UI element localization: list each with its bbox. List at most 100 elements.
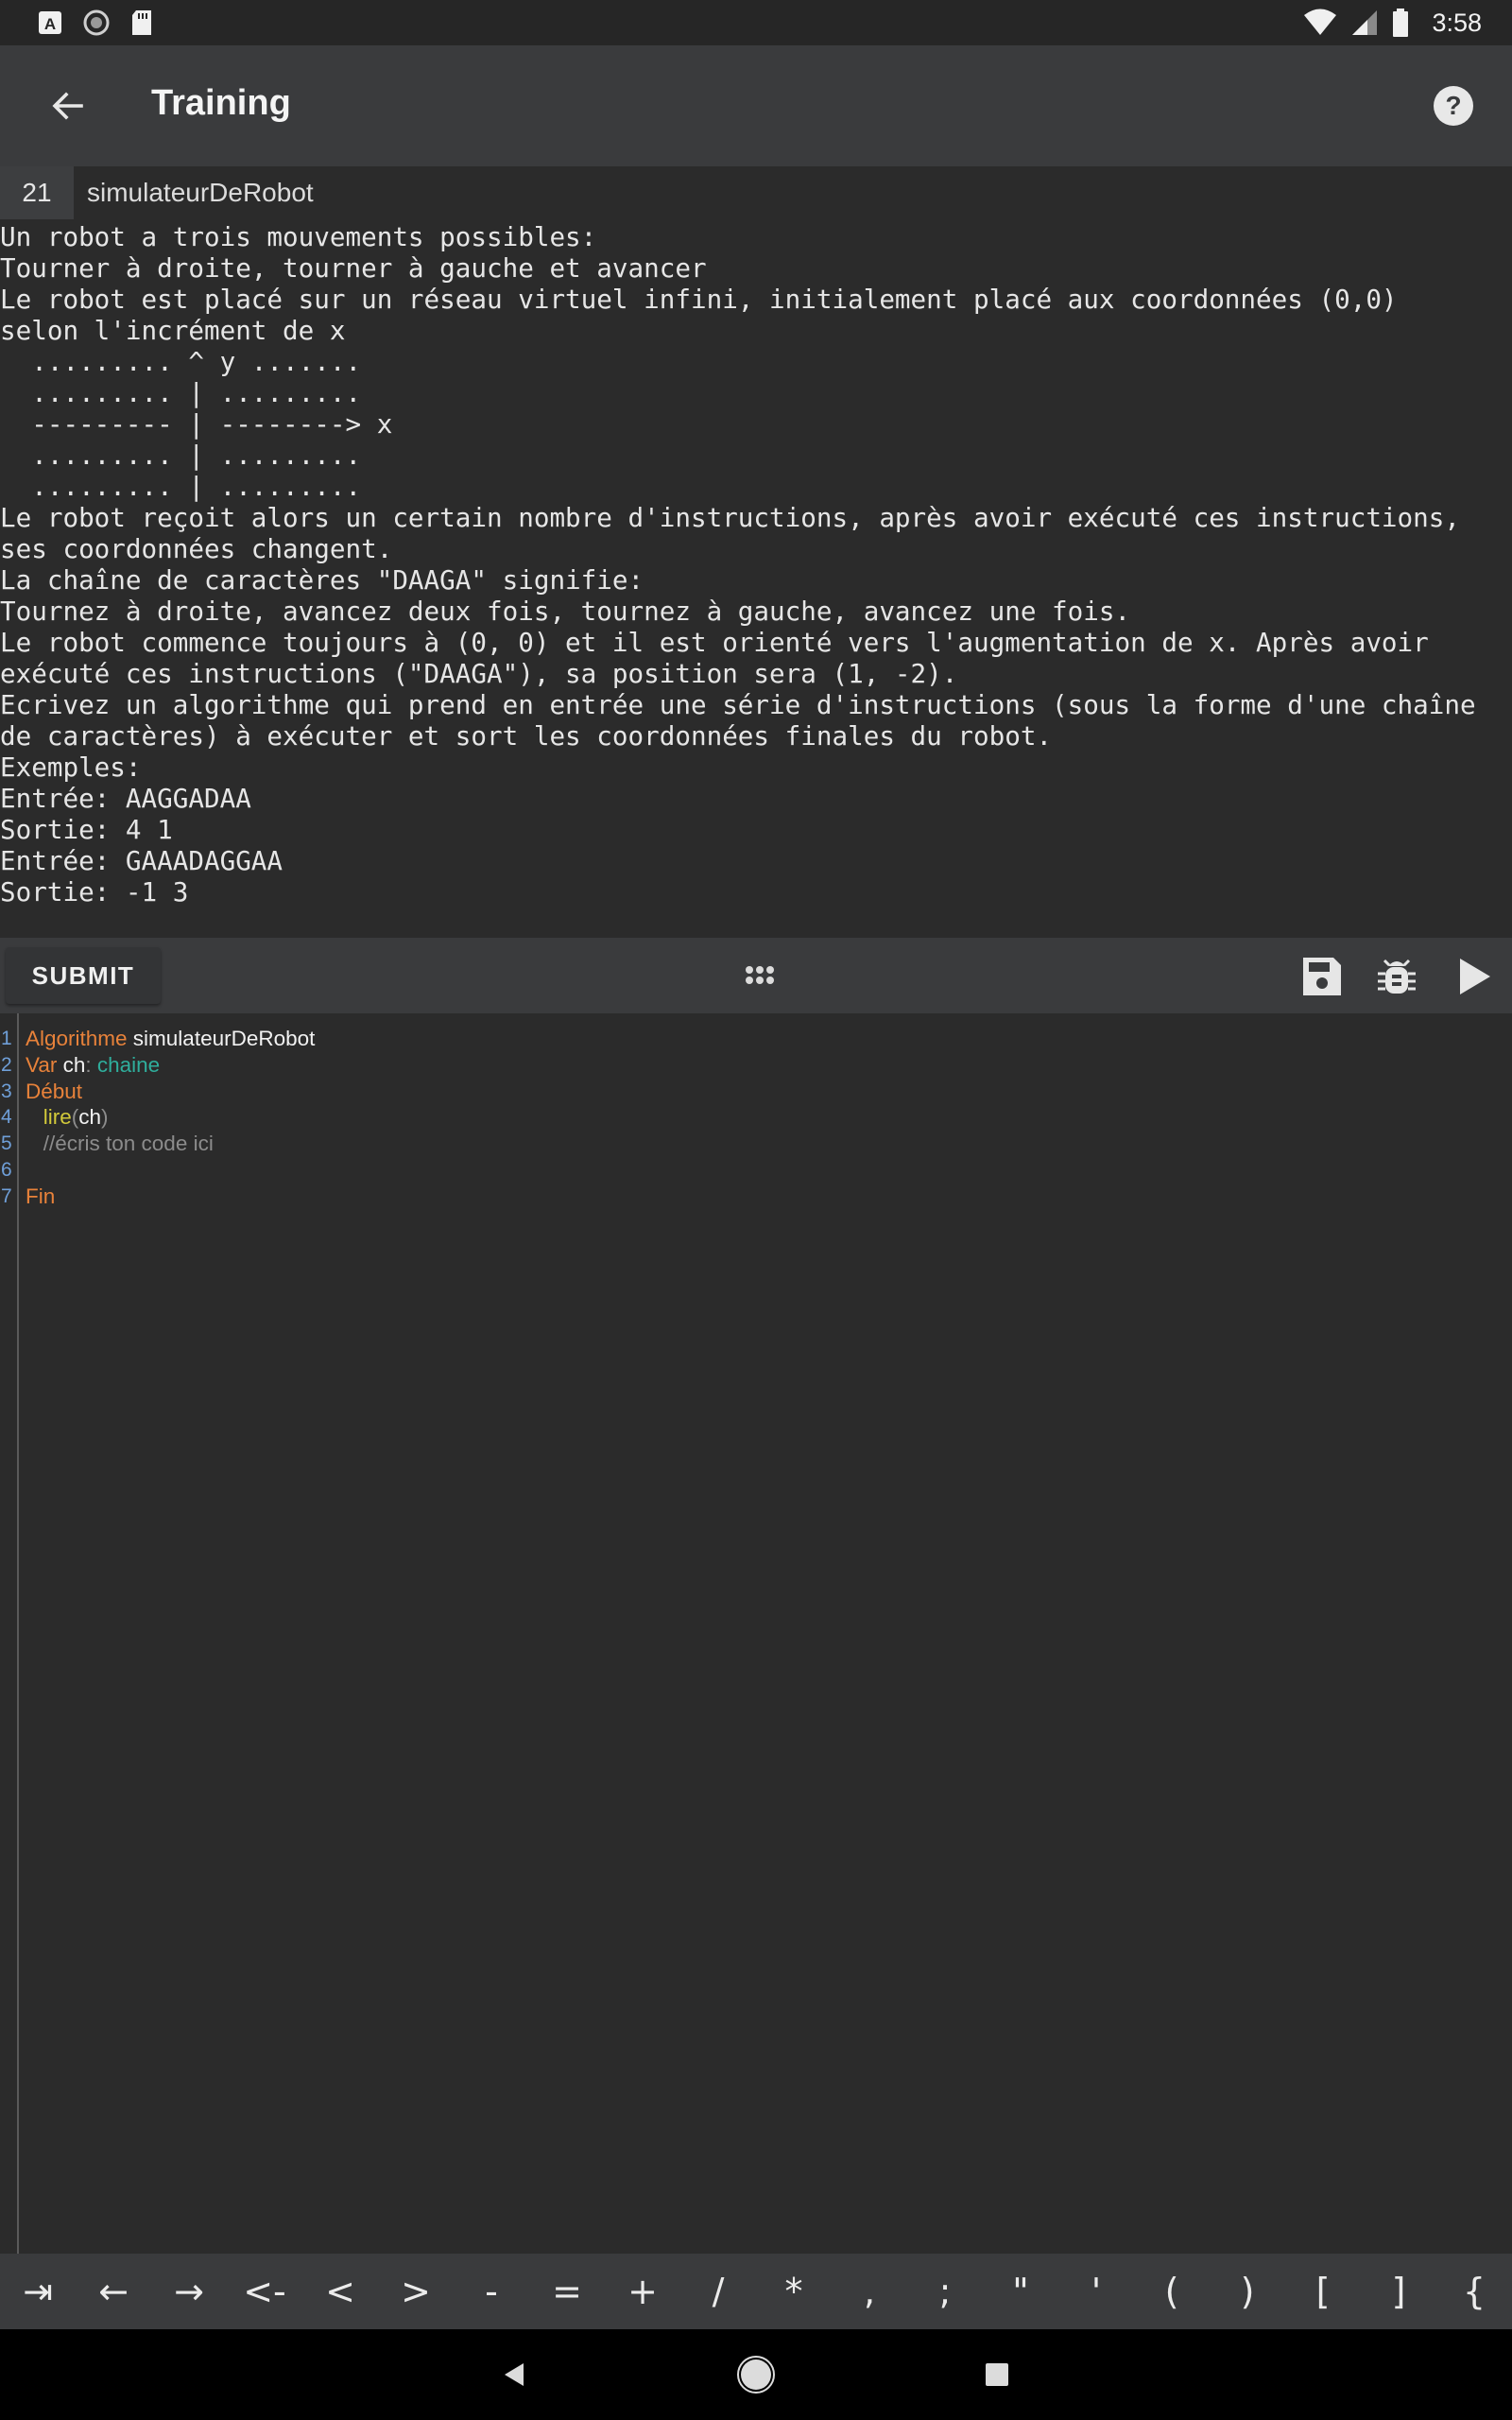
greater-than-key[interactable]: > [378, 2254, 454, 2329]
nav-recents-icon[interactable] [974, 2352, 1020, 2397]
sd-card-icon [132, 10, 151, 35]
open-paren-key[interactable]: ( [1134, 2254, 1210, 2329]
statement-line: ......... | ......... [0, 440, 362, 471]
navigation-bar [0, 2329, 1512, 2420]
symbol-keyboard-bar: ⇥ ← → <- < > - = + / *,; " '()[]{ [0, 2254, 1512, 2329]
arrow-back-icon [52, 92, 83, 120]
code-text: Fin [26, 1184, 55, 1210]
statement-line: Sortie: -1 3 [0, 876, 189, 908]
line-number: 5 [1, 1132, 12, 1155]
status-bar: A 3:58 [0, 0, 1512, 45]
code-token: simulateurDeRobot [127, 1027, 316, 1050]
asterisk-key[interactable]: * [756, 2254, 832, 2329]
statement-line: Sortie: 4 1 [0, 814, 173, 845]
page-title: Training [151, 83, 291, 123]
statement-line: selon l'incrément de x [0, 315, 346, 346]
code-token: chaine [96, 1052, 161, 1077]
help-circle-icon: ? [1434, 86, 1473, 126]
statement-line: La chaîne de caractères "DAAGA" signifie… [0, 564, 644, 596]
left-arrow-key[interactable]: ← [76, 2254, 151, 2329]
equals-key[interactable]: = [529, 2254, 605, 2329]
code-token: ch [78, 1105, 102, 1130]
code-token: Algorithme [26, 1027, 128, 1050]
tab-key[interactable]: ⇥ [0, 2254, 76, 2329]
code-token: Var [26, 1052, 58, 1077]
statement-line: Entrée: AAGGADAA [0, 783, 251, 814]
clock-time: 3:58 [1432, 8, 1482, 37]
statement-line: exécuté ces instructions ("DAAGA"), sa p… [0, 658, 958, 689]
code-token: : [85, 1052, 97, 1077]
statement-line: Un robot a trois mouvements possibles: [0, 221, 597, 252]
semicolon-key[interactable]: ; [907, 2254, 983, 2329]
statement-line: de caractères) à exécuter et sort les co… [0, 720, 1053, 752]
comma-key[interactable]: , [832, 2254, 907, 2329]
app-bar: Training ? [0, 45, 1512, 166]
code-text: Var ch: chaine [26, 1052, 160, 1079]
plus-key[interactable]: + [605, 2254, 680, 2329]
single-quote-key[interactable]: ' [1058, 2254, 1134, 2329]
editor-toolbar: SUBMIT [0, 938, 1512, 1013]
signal-icon [1352, 10, 1378, 35]
play-icon[interactable] [1452, 955, 1496, 998]
slash-key[interactable]: / [680, 2254, 756, 2329]
font-a-icon: A [39, 11, 61, 34]
sync-circle-icon [83, 9, 110, 36]
statement-line: ......... | ......... [0, 471, 362, 502]
statement-line: ses coordonnées changent. [0, 533, 393, 564]
statement-line: Entrée: GAAADAGGAA [0, 845, 284, 876]
code-text: Algorithme simulateurDeRobot [26, 1026, 315, 1052]
nav-back-icon[interactable] [491, 2352, 537, 2397]
line-number: 2 [1, 1053, 12, 1076]
open-brace-key[interactable]: { [1436, 2254, 1512, 2329]
assign-key[interactable]: <- [227, 2254, 302, 2329]
double-quote-key[interactable]: " [983, 2254, 1058, 2329]
submit-button[interactable]: SUBMIT [6, 947, 161, 1004]
code-token: lire [43, 1105, 72, 1130]
line-number: 7 [1, 1184, 12, 1207]
close-paren-key[interactable]: ) [1210, 2254, 1285, 2329]
code-token: Fin [26, 1184, 56, 1208]
svg-text:A: A [44, 15, 56, 33]
problem-header: 21 simulateurDeRobot [0, 166, 1512, 219]
code-token: ch [57, 1052, 86, 1077]
nav-home-icon[interactable] [733, 2352, 779, 2397]
statement-line: --------- | --------> x [0, 408, 393, 440]
line-number: 1 [1, 1028, 12, 1049]
statement-line: ......... ^ y ....... [0, 346, 362, 377]
line-number: 4 [1, 1106, 12, 1129]
help-button[interactable]: ? [1431, 83, 1476, 129]
back-button[interactable] [40, 81, 96, 130]
less-than-key[interactable]: < [302, 2254, 378, 2329]
right-arrow-key[interactable]: → [151, 2254, 227, 2329]
svg-text:?: ? [1445, 91, 1461, 120]
wifi-icon [1304, 9, 1337, 35]
close-bracket-key[interactable]: ] [1361, 2254, 1436, 2329]
problem-number: 21 [0, 166, 74, 219]
statement-line: Ecrivez un algorithme qui prend en entré… [0, 689, 1476, 720]
code-text: //écris ton code ici [26, 1131, 214, 1157]
grid-dots-icon[interactable] [738, 953, 782, 996]
line-number: 3 [1, 1080, 12, 1102]
statement-line: Le robot commence toujours à (0, 0) et i… [0, 627, 1429, 658]
statement-line: Le robot reçoit alors un certain nombre … [0, 502, 1460, 533]
statement-line: Le robot est placé sur un réseau virtuel… [0, 284, 1398, 315]
code-token: ) [101, 1105, 109, 1130]
problem-statement: Un robot a trois mouvements possibles: To… [0, 221, 1512, 936]
line-number: 6 [1, 1159, 12, 1181]
minus-key[interactable]: - [454, 2254, 529, 2329]
gutter-divider [17, 1013, 19, 2254]
statement-line: ......... | ......... [0, 377, 362, 408]
save-icon[interactable] [1300, 955, 1344, 998]
battery-icon [1393, 9, 1409, 37]
open-bracket-key[interactable]: [ [1285, 2254, 1361, 2329]
statement-line: Tournez à droite, avancez deux fois, tou… [0, 596, 1131, 627]
code-token: //écris ton code ici [26, 1132, 214, 1156]
code-editor[interactable]: 1 Algorithme simulateurDeRobot 2 Var ch: ch… [0, 1013, 1512, 2254]
code-text: lire(ch) [26, 1104, 109, 1131]
debug-bug-icon[interactable] [1375, 955, 1418, 998]
statement-line: Tourner à droite, tourner à gauche et av… [0, 252, 707, 284]
problem-name: simulateurDeRobot [87, 178, 314, 207]
code-token: Début [26, 1079, 83, 1103]
statement-line: Exemples: [0, 752, 142, 783]
